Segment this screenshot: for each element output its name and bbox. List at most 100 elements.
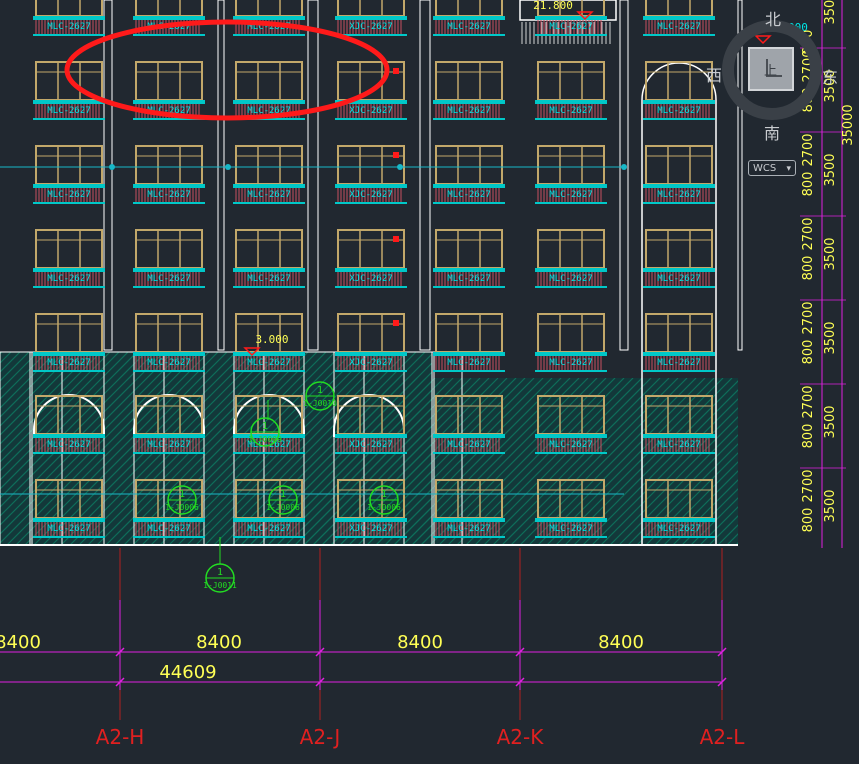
railing-bottom (133, 370, 205, 372)
window-tag-label: MLC-2627 (447, 106, 490, 116)
bay-dimension-text: 8400 (598, 632, 644, 653)
axis-label: A2-J (300, 725, 341, 749)
railing-bottom (535, 452, 607, 454)
railing-top (335, 184, 407, 188)
compass-south-label[interactable]: 南 (764, 120, 780, 144)
railing-bottom (33, 118, 105, 120)
window-frame (35, 229, 103, 269)
railing-bottom (335, 536, 407, 538)
window-frame (235, 0, 303, 17)
window-tag-label: MLC-2627 (657, 190, 700, 200)
window-frame (537, 229, 605, 269)
window-unit: MLC-2627 (433, 229, 505, 288)
callout-reference: 1-J0011 (203, 581, 237, 590)
compass-north-label[interactable]: 北 (765, 6, 781, 30)
floor-dim-text: 800 (801, 172, 816, 197)
compass-east-label[interactable]: 东 (822, 64, 838, 88)
railing-bottom (33, 370, 105, 372)
railing-bottom (335, 118, 407, 120)
railing-top (335, 434, 407, 438)
railing-top (433, 434, 505, 438)
callout-number: 1 (262, 421, 268, 432)
railing-top (535, 518, 607, 522)
railing-bottom (233, 452, 305, 454)
wall-pilaster (419, 0, 431, 351)
viewcube-navigator[interactable]: 北 西 东 南 上 (706, 10, 842, 143)
railing-top (433, 100, 505, 104)
window-tag-label: MLC-2627 (657, 524, 700, 534)
window-frame (645, 145, 713, 185)
window-tag-label: MLC-2627 (549, 524, 592, 534)
railing-top (133, 518, 205, 522)
wcs-menu-button[interactable]: WCS ▾ (748, 160, 796, 176)
window-frame (645, 0, 713, 17)
railing-top (33, 100, 105, 104)
window-frame (235, 61, 303, 101)
window-unit: MLC-2627 (433, 0, 505, 36)
floor-dim-text: 3500 (823, 489, 838, 522)
railing-bottom (433, 118, 505, 120)
floor-dim-text: 2700 (801, 385, 816, 418)
railing-top (33, 268, 105, 272)
window-frame (135, 0, 203, 17)
railing-bottom (33, 536, 105, 538)
window-frame (435, 229, 503, 269)
window-frame (645, 313, 713, 353)
railing-bottom (33, 286, 105, 288)
red-marker (393, 236, 399, 242)
railing-bottom (643, 536, 715, 538)
window-tag-label: MLC-2627 (247, 524, 290, 534)
window-tag-label: MLC-2627 (447, 440, 490, 450)
window-frame (235, 145, 303, 185)
window-unit: MLC-2627 (535, 145, 607, 204)
railing-top (335, 268, 407, 272)
bay-dimension-text: 8400 (397, 632, 443, 653)
red-marker (393, 320, 399, 326)
window-tag-label: MLC-2627 (447, 524, 490, 534)
railing-bottom (133, 286, 205, 288)
window-tag-label: MLC-2627 (147, 524, 190, 534)
window-tag-label: MLC-2627 (47, 524, 90, 534)
railing-bottom (335, 202, 407, 204)
window-tag-label: XJC-2627 (349, 22, 392, 32)
railing-bottom (535, 286, 607, 288)
window-tag-label: MLC-2627 (549, 274, 592, 284)
elevation-mark-text: 21.800 (533, 0, 573, 12)
axis-label: A2-H (96, 725, 145, 749)
wall-pilaster (619, 0, 629, 351)
axis-label: A2-K (497, 725, 545, 749)
callout-reference: 1-J0006 (266, 503, 300, 512)
window-unit: MLC-2627 (233, 0, 305, 36)
railing-bottom (233, 370, 305, 372)
railing-top (535, 16, 607, 20)
compass-west-label[interactable]: 西 (706, 62, 722, 86)
railing-top (233, 268, 305, 272)
window-tag-label: MLC-2627 (447, 22, 490, 32)
window-unit: MLC-2627 (535, 61, 607, 120)
railing-top (433, 184, 505, 188)
window-frame (337, 61, 405, 101)
red-marker (393, 152, 399, 158)
window-tag-label: MLC-2627 (549, 358, 592, 368)
callout-reference: 1-J0010 (303, 399, 337, 408)
railing-top (335, 16, 407, 20)
axis-label: A2-L (700, 725, 746, 749)
window-unit: MLC-2627 (643, 61, 715, 120)
window-tag-label: MLC-2627 (657, 274, 700, 284)
railing-bottom (33, 452, 105, 454)
railing-top (535, 268, 607, 272)
railing-bottom (33, 202, 105, 204)
window-frame (435, 61, 503, 101)
window-frame (435, 0, 503, 17)
window-tag-label: MLC-2627 (147, 190, 190, 200)
railing-bottom (643, 370, 715, 372)
railing-top (133, 100, 205, 104)
floor-dim-text: 800 (801, 256, 816, 281)
bay-dimension-text: 8400 (196, 632, 242, 653)
reference-node (225, 164, 231, 170)
window-unit: MLC-2627 (433, 313, 505, 372)
window-tag-label: MLC-2627 (47, 190, 90, 200)
window-tag-label: MLC-2627 (247, 358, 290, 368)
window-tag-label: MLC-2627 (549, 190, 592, 200)
floor-dim-text: 800 (801, 340, 816, 365)
